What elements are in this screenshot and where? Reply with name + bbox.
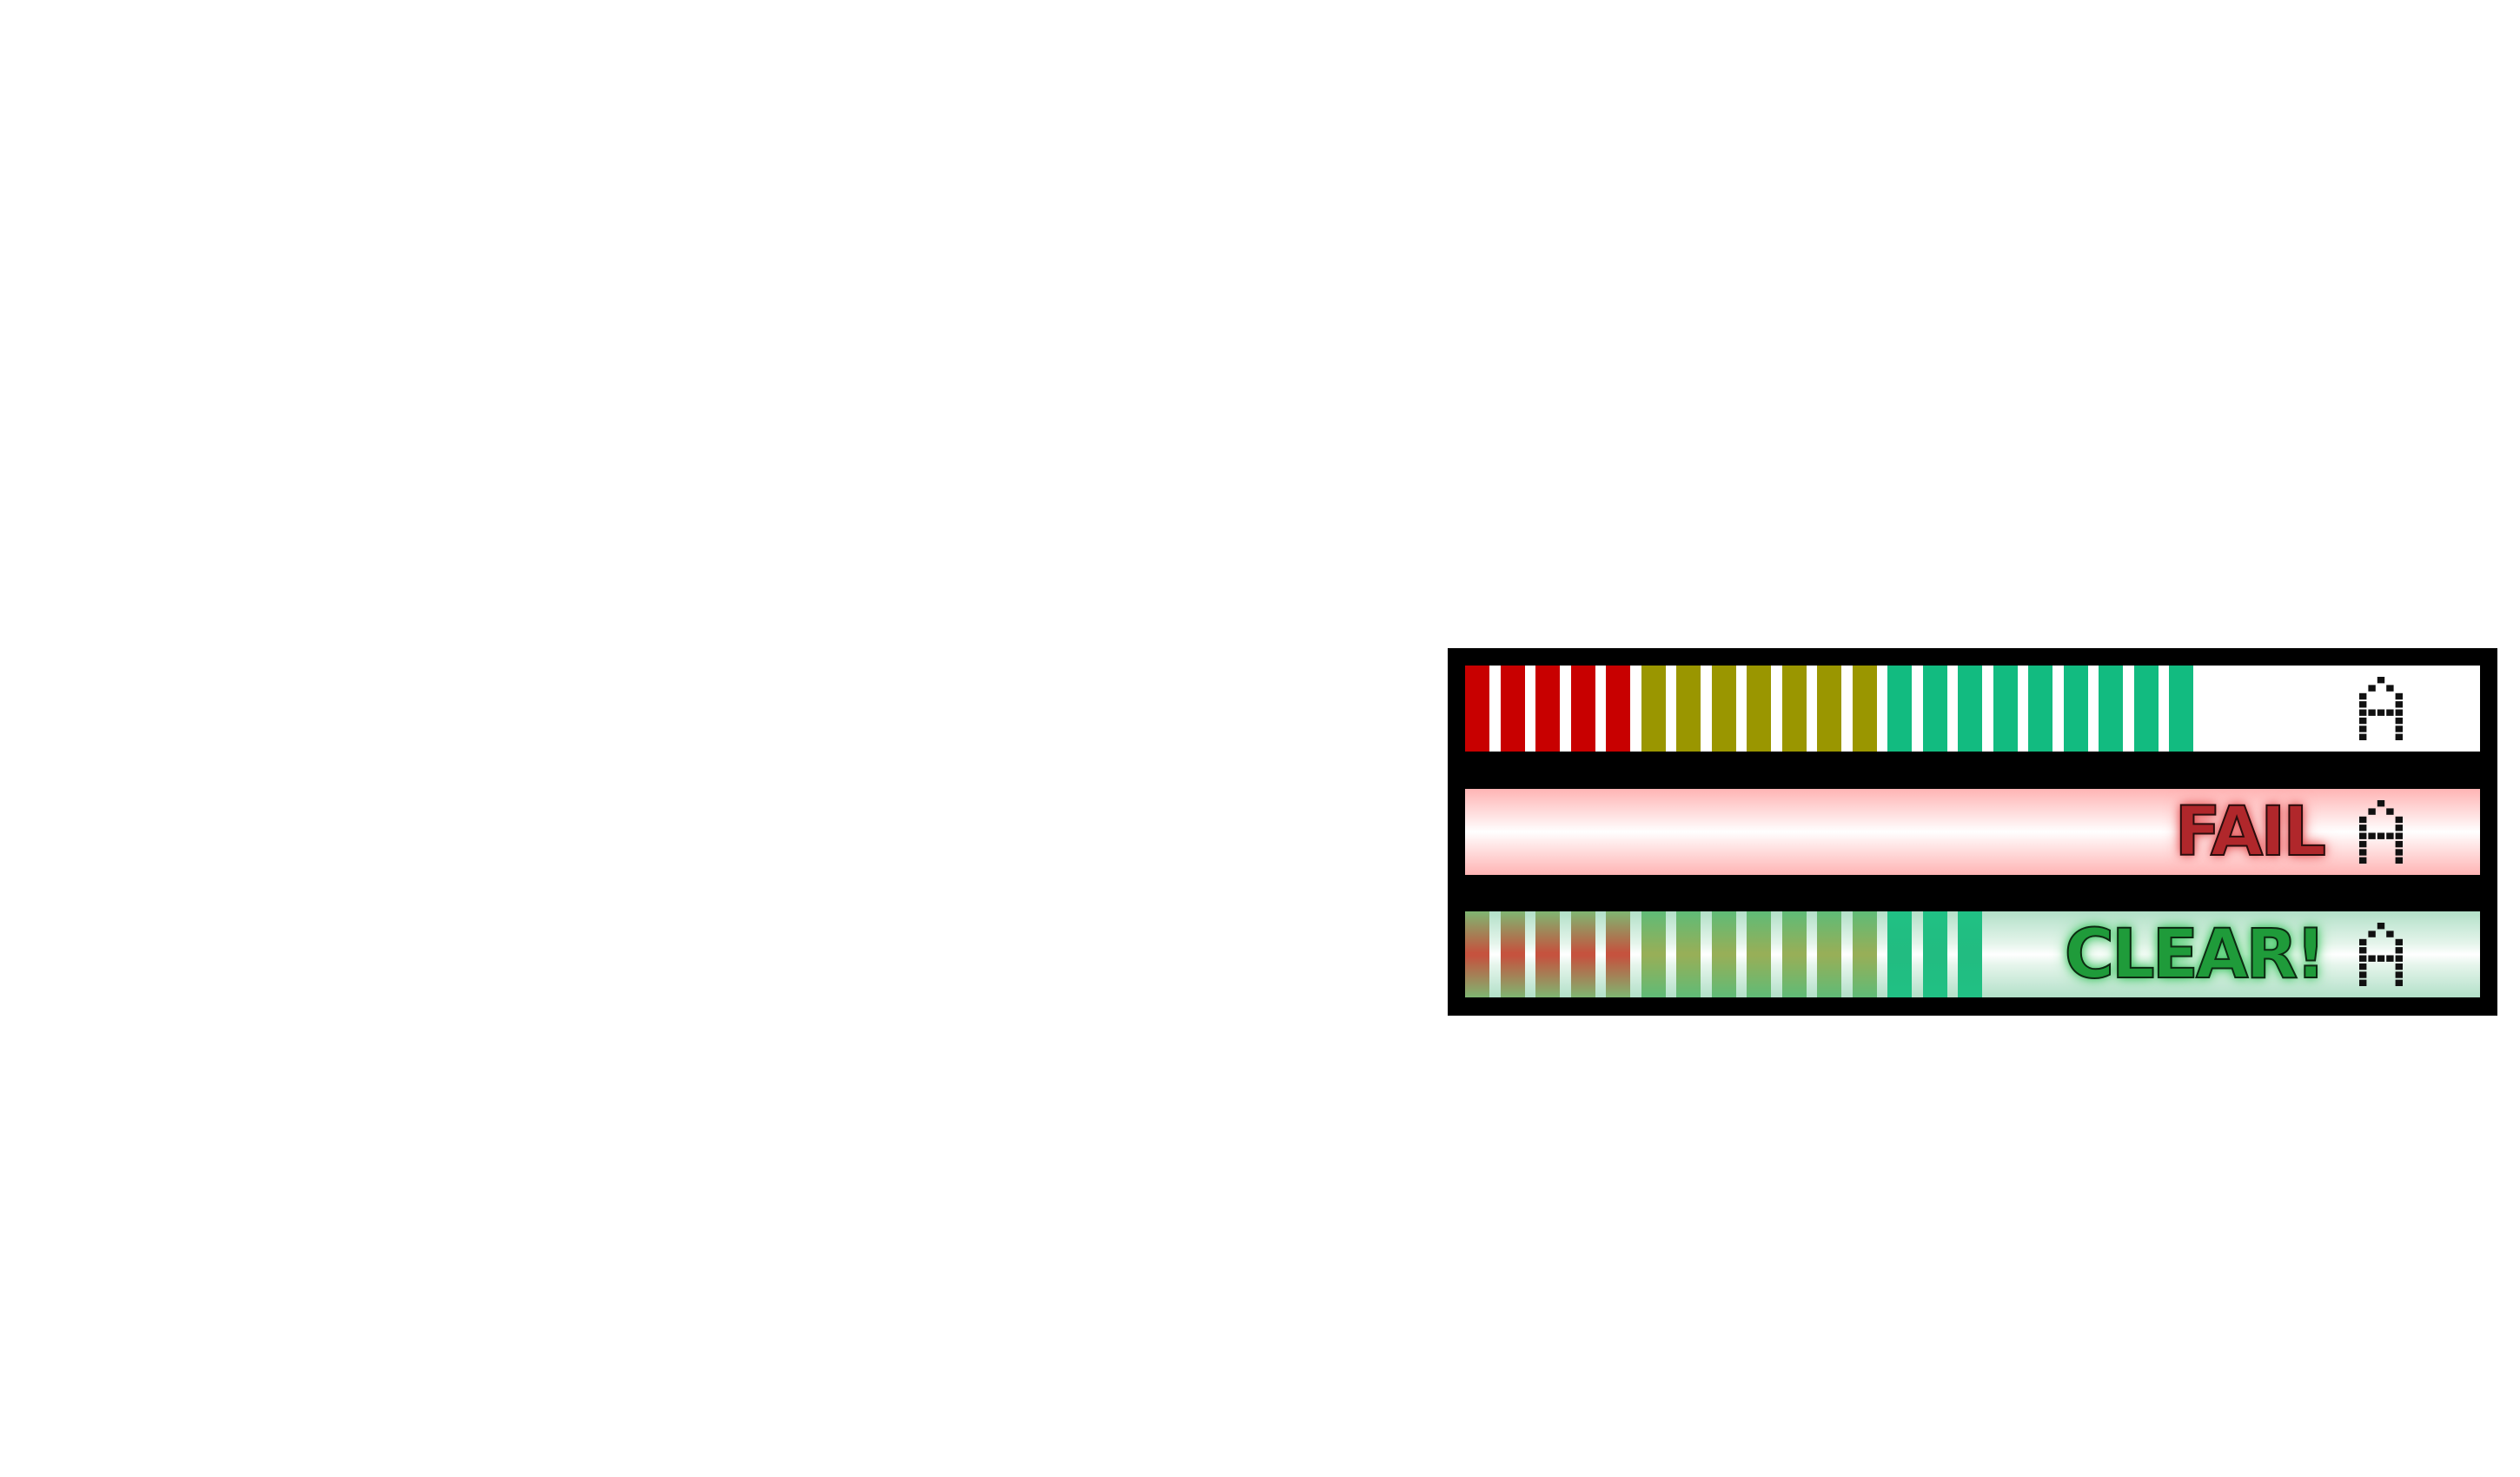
gauge-segment-yellow	[1817, 666, 1841, 752]
gauge-segment-yellow	[1853, 911, 1877, 997]
gauge-panel: FAIL CLEAR!	[1448, 648, 2497, 1016]
clear-gauge: CLEAR!	[1465, 911, 2480, 997]
gauge-segment-red	[1571, 911, 1595, 997]
gauge-segment-yellow	[1712, 911, 1736, 997]
gauge-segment-green	[1958, 666, 1982, 752]
gauge-segment-green	[1923, 911, 1947, 997]
clear-label: CLEAR!	[2064, 915, 2327, 995]
gauge-segment-yellow	[1676, 911, 1701, 997]
gauge-segment-yellow	[1817, 911, 1841, 997]
gauge-segment-green	[2099, 666, 2123, 752]
gauge-segment-green	[2028, 666, 2052, 752]
gauge-segment-green	[1887, 666, 1912, 752]
gauge-segment-yellow	[1641, 666, 1666, 752]
gauge-segment-yellow	[1676, 666, 1701, 752]
gauge-segment-red	[1606, 666, 1630, 752]
game-screen: FAIL CLEAR!	[0, 0, 2520, 1477]
gauge-segment-yellow	[1747, 911, 1771, 997]
gauge-segment-red	[1501, 911, 1525, 997]
pixel-letter-a-icon	[2359, 677, 2403, 740]
fail-label: FAIL	[2174, 792, 2327, 872]
gauge-segment-red	[1535, 911, 1560, 997]
gauge-segment-yellow	[1641, 911, 1666, 997]
gauge-segment-green	[2134, 666, 2159, 752]
gauge-segment-red	[1501, 666, 1525, 752]
gauge-segment-red	[1465, 666, 1489, 752]
gauge-segment-green	[1958, 911, 1982, 997]
gauge-segment-red	[1465, 911, 1489, 997]
gauge-segment-green	[1993, 666, 2018, 752]
gauge-segment-yellow	[1747, 666, 1771, 752]
gauge-segment-green	[2064, 666, 2088, 752]
gauge-segment-red	[1606, 911, 1630, 997]
pixel-letter-a-icon	[2359, 923, 2403, 986]
gauge-segment-red	[1571, 666, 1595, 752]
gauge-segment-red	[1535, 666, 1560, 752]
gauge-segment-green	[1887, 911, 1912, 997]
gauge-segment-yellow	[1782, 911, 1807, 997]
pixel-letter-a-icon	[2359, 800, 2403, 864]
gauge-segment-yellow	[1782, 666, 1807, 752]
gauge-segment-yellow	[1712, 666, 1736, 752]
gauge-segment-green	[2169, 666, 2193, 752]
progress-gauge	[1465, 666, 2480, 752]
gauge-segment-green	[1923, 666, 1947, 752]
gauge-segment-yellow	[1853, 666, 1877, 752]
fail-gauge: FAIL	[1465, 789, 2480, 875]
